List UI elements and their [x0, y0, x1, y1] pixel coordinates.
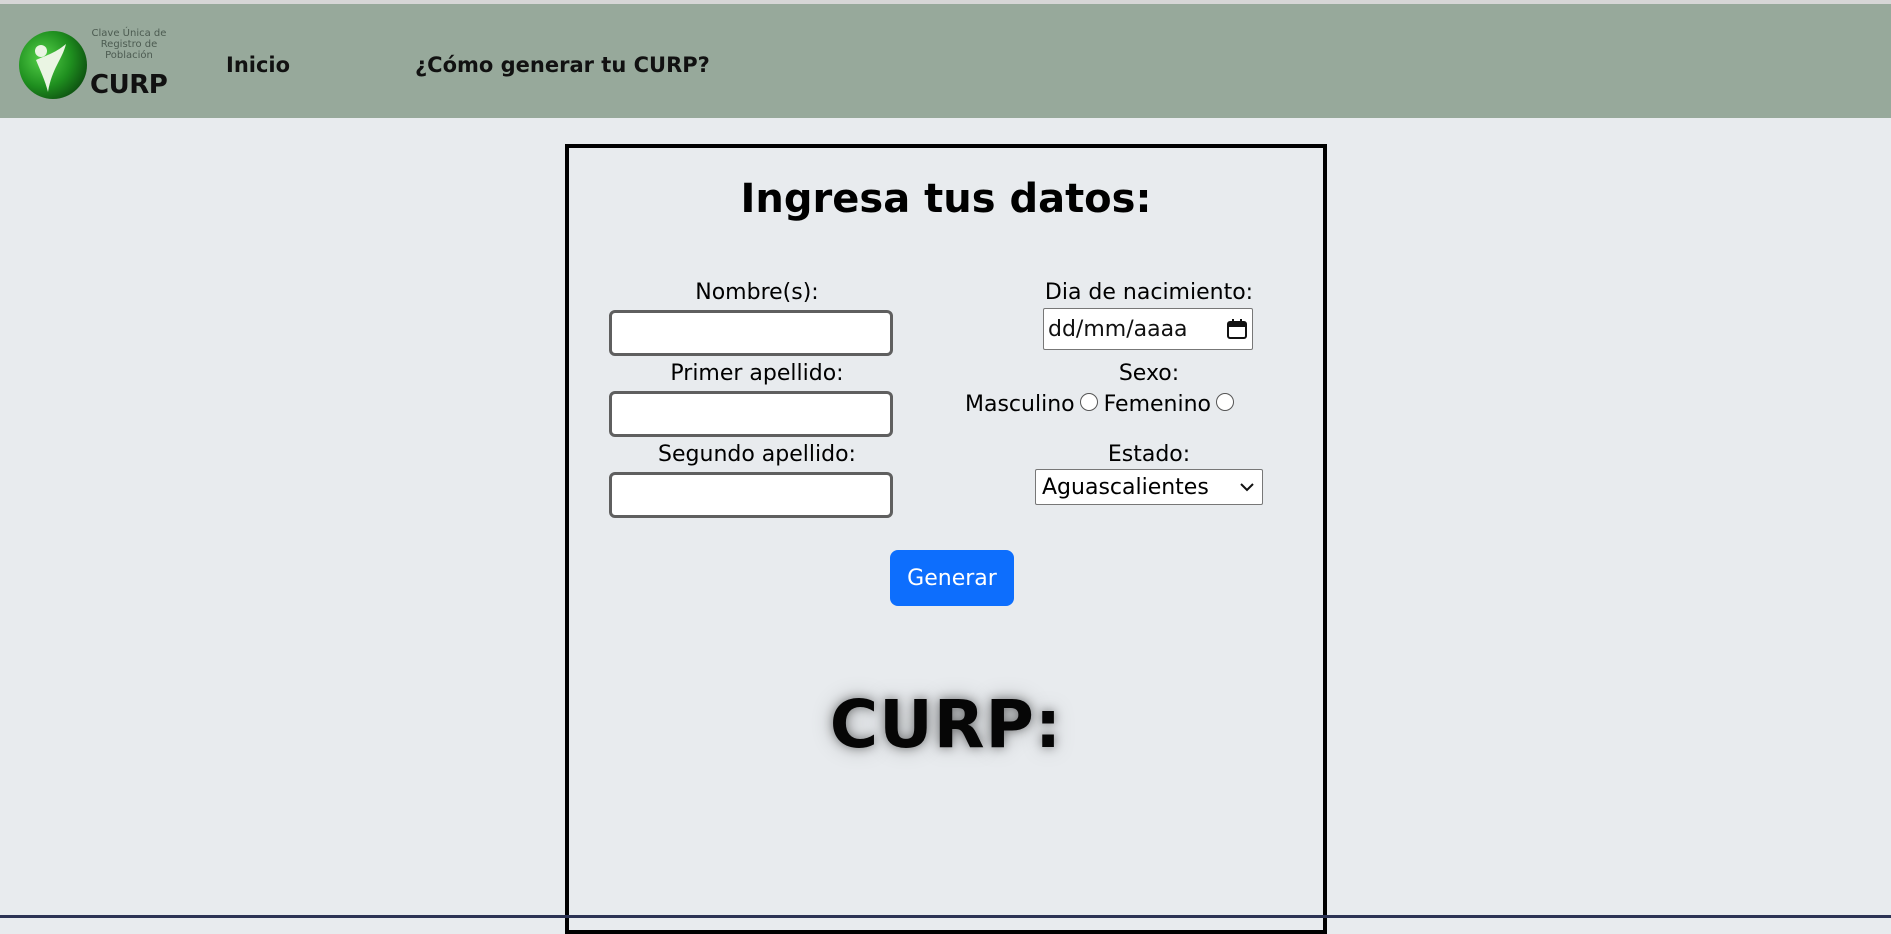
masculino-radio[interactable]: [1079, 392, 1098, 411]
primer-apellido-label: Primer apellido:: [670, 361, 844, 386]
estado-label: Estado:: [1107, 442, 1191, 467]
chevron-down-icon: [1240, 483, 1254, 492]
estado-selected-value: Aguascalientes: [1042, 474, 1209, 500]
date-placeholder: dd/mm/aaaa: [1048, 316, 1188, 342]
nombre-label: Nombre(s):: [695, 280, 819, 305]
curp-result-heading: CURP:: [829, 686, 1063, 763]
calendar-icon[interactable]: [1226, 318, 1248, 340]
estado-select[interactable]: Aguascalientes: [1035, 469, 1263, 505]
nav-link-como-generar[interactable]: ¿Cómo generar tu CURP?: [415, 53, 710, 77]
nombre-input[interactable]: [609, 310, 893, 356]
sexo-label: Sexo:: [1118, 361, 1180, 386]
segundo-apellido-input[interactable]: [609, 472, 893, 518]
navbar: Clave Única de Registro de Población CUR…: [0, 4, 1891, 118]
primer-apellido-input[interactable]: [609, 391, 893, 437]
nacimiento-label: Dia de nacimiento:: [1044, 280, 1254, 305]
logo-subtitle: Clave Única de Registro de Población: [91, 28, 167, 61]
femenino-radio[interactable]: [1216, 392, 1235, 411]
logo-title: CURP: [90, 70, 168, 100]
nav-link-inicio[interactable]: Inicio: [226, 53, 290, 77]
curp-logo[interactable]: Clave Única de Registro de Población CUR…: [18, 26, 168, 102]
nacimiento-date-input[interactable]: dd/mm/aaaa: [1043, 308, 1253, 350]
sexo-radio-group: Masculino Femenino: [965, 392, 1265, 417]
person-leaf-icon: [19, 31, 87, 99]
curp-form-panel: Ingresa tus datos: Nombre(s): Primer ape…: [565, 144, 1327, 934]
segundo-apellido-label: Segundo apellido:: [658, 442, 856, 467]
generar-button[interactable]: Generar: [890, 550, 1014, 606]
femenino-label: Femenino: [1103, 392, 1212, 417]
form-title: Ingresa tus datos:: [740, 176, 1152, 222]
masculino-label: Masculino: [965, 392, 1075, 417]
